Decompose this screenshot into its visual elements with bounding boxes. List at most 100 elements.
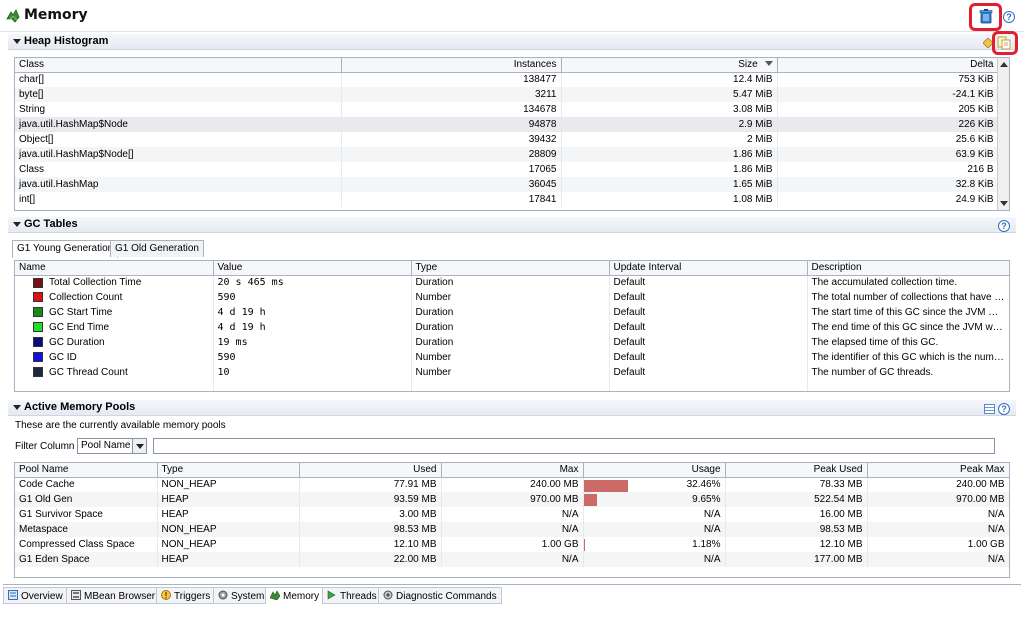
update-interval-cell: Default [609, 275, 808, 290]
name-cell: GC Start Time [15, 305, 214, 320]
table-row[interactable]: char[] 138477 12.4 MiB 753 KiB [15, 72, 999, 87]
column-header-description[interactable]: Description [807, 261, 1009, 276]
table-row[interactable]: Collection Count 590 Number Default The tota… [15, 290, 1009, 305]
table-row[interactable]: int[] 17841 1.08 MiB 24.9 KiB [15, 192, 999, 207]
tab-g1-old-generation[interactable]: G1 Old Generation [110, 240, 204, 257]
color-swatch-icon[interactable] [33, 277, 43, 288]
table-row[interactable]: G1 Eden Space HEAP 22.00 MB N/A N/A 177.00 MB… [15, 552, 1009, 567]
table-row[interactable]: Metaspace NON_HEAP 98.53 MB N/A N/A 98.53 MB N… [15, 522, 1009, 537]
heap-histogram-header[interactable]: Heap Histogram [8, 34, 1016, 50]
column-header-peak-max[interactable]: Peak Max [867, 463, 1009, 478]
collapse-icon[interactable] [13, 405, 21, 410]
column-header-used[interactable]: Used [299, 463, 442, 478]
tab-overview-label: Overview [21, 591, 63, 602]
columns-icon[interactable] [984, 404, 995, 414]
instances-cell: 28809 [341, 147, 562, 162]
column-header-size[interactable]: Size [561, 58, 778, 73]
instances-cell: 138477 [341, 72, 562, 87]
scroll-up-icon[interactable] [1000, 62, 1008, 67]
tab-overview[interactable]: Overview [3, 587, 68, 604]
color-swatch-icon[interactable] [33, 322, 43, 333]
table-row[interactable]: Compressed Class Space NON_HEAP 12.10 MB 1.… [15, 537, 1009, 552]
column-header-value[interactable]: Value [213, 261, 412, 276]
trash-icon[interactable] [979, 9, 993, 24]
color-swatch-icon[interactable] [33, 307, 43, 318]
column-header-usage[interactable]: Usage [583, 463, 726, 478]
gc-tables-header[interactable]: GC Tables [8, 217, 1016, 233]
tab-diagnostic-commands[interactable]: Diagnostic Commands [378, 587, 502, 604]
table-row[interactable]: String 134678 3.08 MiB 205 KiB [15, 102, 999, 117]
pool-name-cell: G1 Old Gen [15, 492, 158, 507]
tab-system-label: System [231, 591, 265, 602]
table-row[interactable]: java.util.HashMap 36045 1.65 MiB 32.8 KiB [15, 177, 999, 192]
memory-pools-header[interactable]: Active Memory Pools [8, 400, 1016, 416]
color-swatch-icon[interactable] [33, 367, 43, 378]
column-header-type[interactable]: Type [157, 463, 300, 478]
delta-cell: 216 B [777, 162, 999, 177]
peak-used-cell: 98.53 MB [725, 522, 868, 537]
table-row[interactable]: GC Duration 19 ms Duration Default The elaps… [15, 335, 1009, 350]
color-swatch-icon[interactable] [33, 292, 43, 303]
description-cell: The accumulated collection time. [807, 275, 1009, 290]
empty-cell [213, 380, 412, 391]
column-header-type[interactable]: Type [411, 261, 610, 276]
column-header-instances[interactable]: Instances [341, 58, 562, 73]
collapse-icon[interactable] [13, 39, 21, 44]
help-icon[interactable]: ? [998, 403, 1010, 415]
chevron-down-icon [132, 439, 146, 453]
table-row[interactable]: GC Start Time 4 d 19 h Duration Default The … [15, 305, 1009, 320]
table-row[interactable]: GC End Time 4 d 19 h Duration Default The en… [15, 320, 1009, 335]
table-row[interactable]: GC Thread Count 10 Number Default The number… [15, 365, 1009, 380]
column-header-update-interval[interactable]: Update Interval [609, 261, 808, 276]
gc-tables-title: GC Tables [24, 218, 78, 230]
table-row[interactable]: java.util.HashMap$Node[] 28809 1.86 MiB 63.… [15, 147, 999, 162]
collapse-icon[interactable] [13, 222, 21, 227]
max-cell: N/A [441, 507, 584, 522]
table-row[interactable]: Code Cache NON_HEAP 77.91 MB 240.00 MB 32.46… [15, 477, 1009, 492]
column-header-pool-name[interactable]: Pool Name [15, 463, 158, 478]
tab-memory[interactable]: Memory [265, 587, 325, 604]
tab-triggers[interactable]: Triggers [156, 587, 216, 604]
size-cell: 12.4 MiB [561, 72, 778, 87]
value-cell: 4 d 19 h [213, 320, 412, 335]
peak-used-cell: 78.33 MB [725, 477, 868, 492]
table-row[interactable]: GC ID 590 Number Default The identifier of t… [15, 350, 1009, 365]
pool-type-cell: HEAP [157, 507, 300, 522]
usage-bar [583, 494, 597, 506]
description-cell: The end time of this GC since the JVM wa… [807, 320, 1009, 335]
tab-g1-young-generation[interactable]: G1 Young Generation [12, 240, 119, 258]
value-cell: 590 [213, 350, 412, 365]
type-cell: Number [411, 365, 610, 380]
table-row[interactable]: Total Collection Time 20 s 465 ms Duration… [15, 275, 1009, 290]
tab-threads[interactable]: Threads [322, 587, 382, 604]
usage-label: N/A [703, 524, 721, 535]
usage-label: 1.18% [692, 539, 721, 550]
peak-used-cell: 12.10 MB [725, 537, 868, 552]
table-row[interactable]: Object[] 39432 2 MiB 25.6 KiB [15, 132, 999, 147]
table-row[interactable]: Class 17065 1.86 MiB 216 B [15, 162, 999, 177]
column-header-class[interactable]: Class [15, 58, 342, 73]
filter-column-select[interactable]: Pool Name [77, 438, 147, 454]
filter-text-input[interactable] [153, 438, 995, 454]
table-row[interactable]: byte[] 3211 5.47 MiB -24.1 KiB [15, 87, 999, 102]
description-cell: The total number of collections that hav… [807, 290, 1009, 305]
table-row[interactable]: G1 Survivor Space HEAP 3.00 MB N/A N/A 16.00 … [15, 507, 1009, 522]
help-icon[interactable]: ? [998, 220, 1010, 232]
heap-scrollbar[interactable] [997, 58, 1009, 210]
column-header-name[interactable]: Name [15, 261, 214, 276]
column-header-peak-used[interactable]: Peak Used [725, 463, 868, 478]
column-header-delta[interactable]: Delta [777, 58, 999, 73]
color-swatch-icon[interactable] [33, 352, 43, 363]
column-header-max[interactable]: Max [441, 463, 584, 478]
description-cell: The number of GC threads. [807, 365, 1009, 380]
update-interval-cell: Default [609, 290, 808, 305]
color-swatch-icon[interactable] [33, 337, 43, 348]
help-icon[interactable]: ? [1003, 11, 1015, 23]
peak-max-cell: 1.00 GB [867, 537, 1009, 552]
table-row[interactable]: java.util.HashMap$Node 94878 2.9 MiB 226 Ki… [15, 117, 999, 132]
tab-mbean-browser[interactable]: MBean Browser [66, 587, 161, 604]
tab-system[interactable]: System [213, 587, 270, 604]
copy-icon[interactable] [997, 36, 1011, 50]
scroll-down-icon[interactable] [1000, 201, 1008, 206]
table-row[interactable]: G1 Old Gen HEAP 93.59 MB 970.00 MB 9.65% 522.… [15, 492, 1009, 507]
